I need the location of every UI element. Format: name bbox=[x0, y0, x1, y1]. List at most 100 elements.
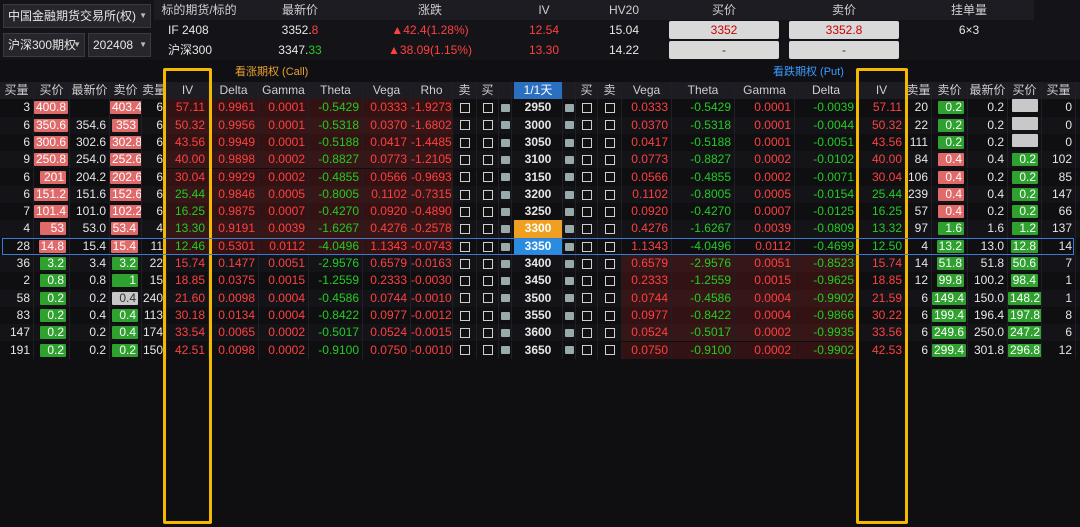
cell-psell[interactable] bbox=[598, 237, 622, 255]
minichart-icon[interactable] bbox=[500, 346, 510, 355]
cell-cbuy[interactable] bbox=[477, 133, 499, 152]
quote-ask-button[interactable]: 3352.8 bbox=[789, 21, 899, 39]
order-checkbox[interactable] bbox=[604, 310, 615, 321]
minichart-icon[interactable] bbox=[500, 242, 510, 251]
cell-cap[interactable]: 302.8 bbox=[110, 133, 142, 152]
quote-bid-button[interactable]: - bbox=[669, 41, 779, 59]
cell-pbuy[interactable] bbox=[576, 341, 598, 359]
cell-pap[interactable]: 0.2 bbox=[932, 133, 968, 152]
cell-pbp[interactable]: 50.6 bbox=[1008, 255, 1042, 273]
cell-pbp[interactable] bbox=[1008, 133, 1042, 152]
call-price-button[interactable]: 0.4 bbox=[112, 308, 138, 322]
cell-pap[interactable]: 0.4 bbox=[932, 151, 968, 169]
cell-pap[interactable]: 0.2 bbox=[932, 99, 968, 117]
call-price-button[interactable]: 53 bbox=[40, 222, 66, 236]
call-price-button[interactable]: 302.8 bbox=[110, 135, 141, 149]
minichart-icon[interactable] bbox=[564, 156, 574, 165]
put-price-button[interactable] bbox=[1012, 133, 1038, 147]
order-checkbox[interactable] bbox=[459, 293, 470, 304]
order-checkbox[interactable] bbox=[482, 120, 493, 131]
cell-cap[interactable]: 353 bbox=[110, 116, 142, 134]
order-checkbox[interactable] bbox=[604, 172, 615, 183]
minichart-icon[interactable] bbox=[500, 311, 510, 320]
cell-cap[interactable]: 0.4 bbox=[110, 306, 142, 325]
order-checkbox[interactable] bbox=[581, 103, 592, 114]
minichart-icon[interactable] bbox=[500, 259, 510, 268]
order-checkbox[interactable] bbox=[581, 293, 592, 304]
cell-cbp[interactable]: 0.2 bbox=[34, 341, 70, 359]
order-checkbox[interactable] bbox=[459, 137, 470, 148]
cell-csell[interactable] bbox=[453, 168, 477, 186]
order-checkbox[interactable] bbox=[604, 120, 615, 131]
cell-csell[interactable] bbox=[453, 341, 477, 359]
cell-cap[interactable]: 0.4 bbox=[110, 324, 142, 342]
cell-cbp[interactable]: 0.2 bbox=[34, 324, 70, 342]
put-price-button[interactable]: 0.2 bbox=[1012, 187, 1038, 201]
minichart-icon[interactable] bbox=[564, 121, 574, 130]
cell-cbuy[interactable] bbox=[477, 185, 499, 204]
cell-psell[interactable] bbox=[598, 306, 622, 325]
put-price-button[interactable]: 199.4 bbox=[932, 308, 967, 322]
put-price-button[interactable]: 12.8 bbox=[1010, 239, 1038, 253]
order-checkbox[interactable] bbox=[459, 276, 470, 287]
call-price-button[interactable]: 0.2 bbox=[40, 343, 66, 357]
cell-csell[interactable] bbox=[453, 255, 477, 273]
cell-pap[interactable]: 199.4 bbox=[932, 306, 968, 325]
call-price-button[interactable]: 0.2 bbox=[40, 291, 66, 305]
put-price-button[interactable]: 247.2 bbox=[1008, 326, 1041, 340]
cell-csell[interactable] bbox=[453, 116, 477, 134]
minichart-icon[interactable] bbox=[500, 329, 510, 338]
cell-cbuy[interactable] bbox=[477, 272, 499, 290]
cell-pap[interactable]: 0.2 bbox=[932, 116, 968, 134]
cell-csell[interactable] bbox=[453, 220, 477, 238]
order-checkbox[interactable] bbox=[459, 172, 470, 183]
call-price-button[interactable]: 201 bbox=[40, 170, 66, 184]
put-price-button[interactable]: 148.2 bbox=[1008, 291, 1041, 305]
cell-pap[interactable]: 1.6 bbox=[932, 220, 968, 238]
cell-pbuy[interactable] bbox=[576, 306, 598, 325]
order-checkbox[interactable] bbox=[482, 241, 493, 252]
cell-cbuy[interactable] bbox=[477, 289, 499, 307]
quote-row[interactable]: 沪深300 3347.33 ▲38.09(1.15%) 13.30 14.22 - - bbox=[154, 40, 1068, 60]
cell-csell[interactable] bbox=[453, 306, 477, 325]
put-price-button[interactable]: 51.8 bbox=[936, 257, 964, 270]
cell-cbuy[interactable] bbox=[477, 306, 499, 325]
order-checkbox[interactable] bbox=[604, 328, 615, 339]
cell-cbp[interactable]: 250.8 bbox=[34, 151, 70, 169]
put-price-button[interactable]: 0.4 bbox=[938, 187, 964, 201]
call-price-button[interactable]: 152.6 bbox=[110, 187, 141, 201]
month-select[interactable]: 202408 ▼ bbox=[88, 33, 151, 57]
order-checkbox[interactable] bbox=[482, 189, 493, 200]
put-price-button[interactable]: 13.2 bbox=[936, 239, 964, 253]
minichart-icon[interactable] bbox=[500, 225, 510, 234]
order-checkbox[interactable] bbox=[581, 206, 592, 217]
order-checkbox[interactable] bbox=[604, 103, 615, 114]
minichart-icon[interactable] bbox=[564, 294, 574, 303]
minichart-icon[interactable] bbox=[564, 190, 574, 199]
put-price-button[interactable]: 98.4 bbox=[1010, 274, 1038, 288]
cell-csell[interactable] bbox=[453, 133, 477, 152]
call-price-button[interactable]: 403.4 bbox=[110, 101, 141, 115]
order-checkbox[interactable] bbox=[604, 206, 615, 217]
minichart-icon[interactable] bbox=[500, 277, 510, 286]
order-checkbox[interactable] bbox=[581, 345, 592, 356]
order-checkbox[interactable] bbox=[581, 155, 592, 166]
put-price-button[interactable]: 0.2 bbox=[1012, 205, 1038, 219]
order-checkbox[interactable] bbox=[459, 155, 470, 166]
order-checkbox[interactable] bbox=[604, 155, 615, 166]
cell-cap[interactable]: 102.2 bbox=[110, 203, 142, 221]
order-checkbox[interactable] bbox=[459, 103, 470, 114]
minichart-icon[interactable] bbox=[564, 329, 574, 338]
put-price-button[interactable]: 0.2 bbox=[1012, 153, 1038, 167]
order-checkbox[interactable] bbox=[604, 241, 615, 252]
minichart-icon[interactable] bbox=[564, 277, 574, 286]
cell-csell[interactable] bbox=[453, 185, 477, 204]
call-price-button[interactable]: 53.4 bbox=[110, 222, 138, 236]
cell-pbuy[interactable] bbox=[576, 116, 598, 134]
cell-csell[interactable] bbox=[453, 237, 477, 255]
cell-cap[interactable]: 252.6 bbox=[110, 151, 142, 169]
order-checkbox[interactable] bbox=[482, 293, 493, 304]
cell-cbp[interactable]: 400.8 bbox=[34, 99, 70, 117]
cell-pbp[interactable]: 247.2 bbox=[1008, 324, 1042, 342]
cell-pbp[interactable]: 0.2 bbox=[1008, 168, 1042, 186]
